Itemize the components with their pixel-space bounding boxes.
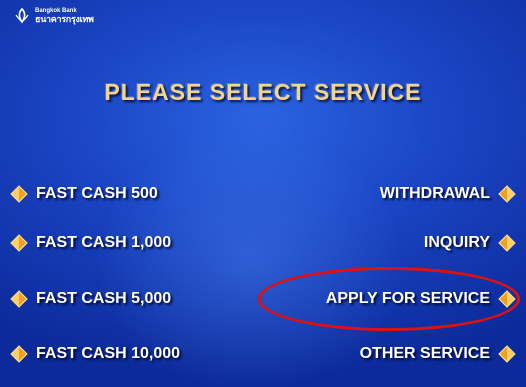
fast-cash-1000-label: FAST CASH 1,000 xyxy=(36,234,172,251)
fast-cash-10000-button[interactable]: FAST CASH 10,000 xyxy=(10,345,180,363)
arrow-left-icon xyxy=(10,345,28,363)
apply-for-service-label: APPLY FOR SERVICE xyxy=(325,290,490,307)
withdrawal-button[interactable]: WITHDRAWAL xyxy=(380,185,516,203)
fast-cash-500-button[interactable]: FAST CASH 500 xyxy=(10,185,158,203)
arrow-left-icon xyxy=(10,185,28,203)
inquiry-button[interactable]: INQUIRY xyxy=(424,234,516,252)
apply-for-service-button[interactable]: APPLY FOR SERVICE xyxy=(326,290,516,308)
atm-screen: Bangkok Bank ธนาคารกรุงเทพ PLEASE SELECT… xyxy=(0,0,526,387)
fast-cash-500-label: FAST CASH 500 xyxy=(36,185,158,202)
other-service-label: OTHER SERVICE xyxy=(359,345,490,362)
fast-cash-1000-button[interactable]: FAST CASH 1,000 xyxy=(10,234,171,252)
withdrawal-label: WITHDRAWAL xyxy=(379,185,490,202)
arrow-right-icon xyxy=(498,345,516,363)
arrow-left-icon xyxy=(10,290,28,308)
other-service-button[interactable]: OTHER SERVICE xyxy=(360,345,516,363)
fast-cash-5000-button[interactable]: FAST CASH 5,000 xyxy=(10,290,171,308)
arrow-right-icon xyxy=(498,185,516,203)
bank-lotus-icon xyxy=(15,8,29,24)
fast-cash-5000-label: FAST CASH 5,000 xyxy=(36,290,172,307)
bank-name: Bangkok Bank ธนาคารกรุงเทพ xyxy=(35,8,94,24)
fast-cash-10000-label: FAST CASH 10,000 xyxy=(36,345,181,362)
arrow-right-icon xyxy=(498,290,516,308)
page-title: PLEASE SELECT SERVICE xyxy=(104,79,422,105)
arrow-right-icon xyxy=(498,234,516,252)
bank-logo: Bangkok Bank ธนาคารกรุงเทพ xyxy=(14,8,94,24)
arrow-left-icon xyxy=(10,234,28,252)
bank-name-th: ธนาคารกรุงเทพ xyxy=(35,14,94,24)
inquiry-label: INQUIRY xyxy=(423,234,490,251)
